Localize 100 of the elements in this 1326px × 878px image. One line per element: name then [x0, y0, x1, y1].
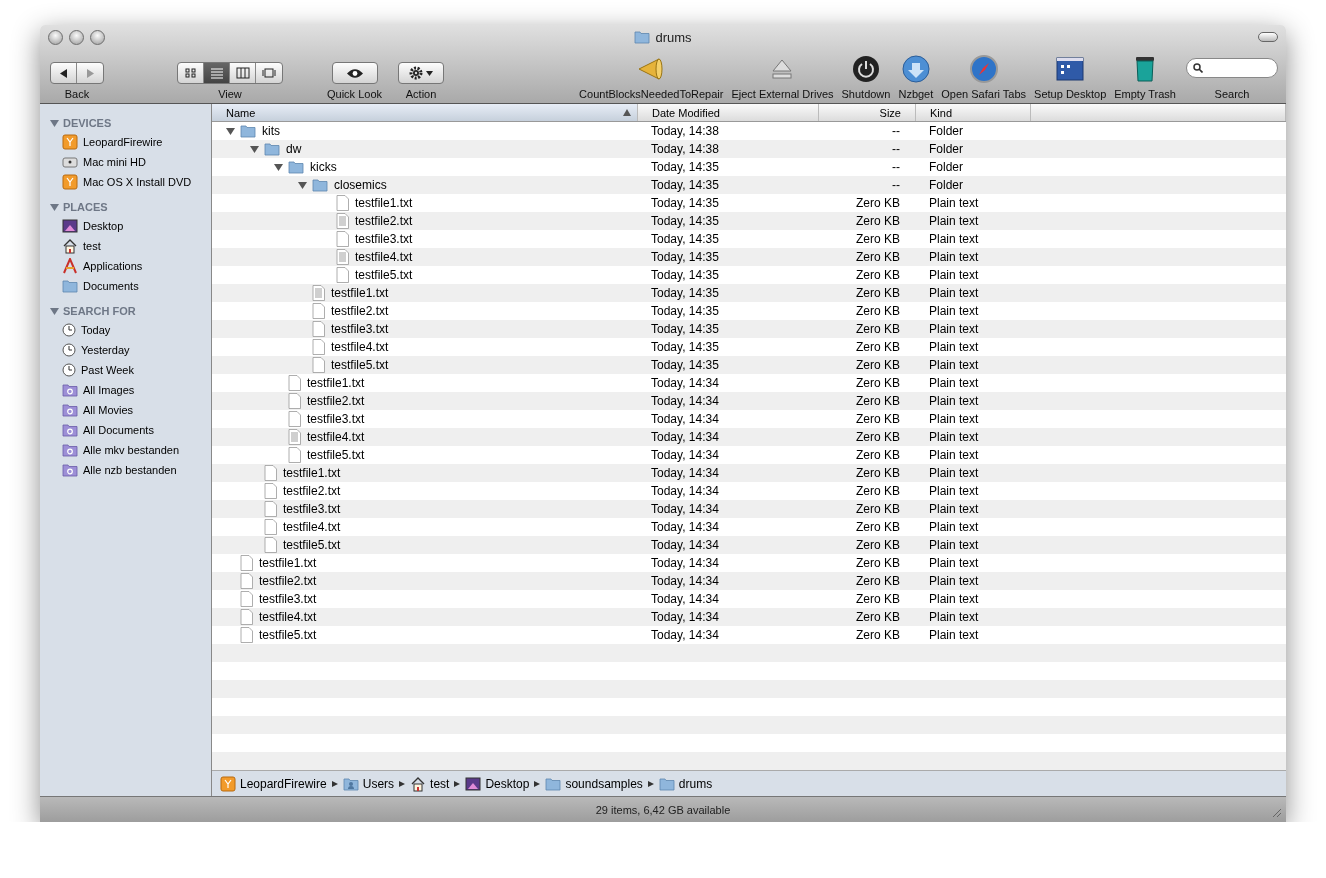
toolbar-item[interactable]: Nzbget	[898, 54, 934, 100]
kind-cell-text: Plain text	[928, 304, 980, 318]
kind-cell-text: Folder	[928, 142, 964, 156]
file-name: testfile1.txt	[283, 466, 341, 480]
path-item[interactable]: Desktop	[465, 776, 530, 791]
file-name: testfile4.txt	[355, 250, 413, 264]
size-cell-text: Zero KB	[855, 340, 901, 354]
size-cell-text: Zero KB	[855, 214, 901, 228]
file-name: testfile2.txt	[355, 214, 413, 228]
size-cell-text: Zero KB	[855, 232, 901, 246]
date-cell-text: Today, 14:34	[650, 610, 720, 624]
kind-cell-text: Plain text	[928, 394, 980, 408]
path-item[interactable]: LeopardFirewire	[220, 775, 327, 792]
sidebar-item[interactable]: test	[40, 236, 211, 256]
sidebar-item[interactable]: Yesterday	[40, 340, 211, 360]
column-header[interactable]: Name	[212, 104, 638, 121]
size-cell-text: Zero KB	[855, 556, 901, 570]
date-cell-text: Today, 14:34	[650, 628, 720, 642]
kind-cell-text: Folder	[928, 124, 964, 138]
sidebar-item[interactable]: All Documents	[40, 420, 211, 440]
toolbar-item[interactable]: CountBlocksNeededToRepair	[579, 54, 724, 100]
kind-cell-text: Plain text	[928, 214, 980, 228]
sidebar-item[interactable]: All Images	[40, 380, 211, 400]
path-item[interactable]: soundsamples	[545, 776, 643, 791]
kind-cell-text: Plain text	[928, 592, 980, 606]
kind-cell-text: Folder	[928, 160, 964, 174]
path-item[interactable]: test	[410, 775, 450, 792]
toolbar-item[interactable]: Setup Desktop	[1034, 54, 1107, 100]
file-name: testfile1.txt	[331, 286, 389, 300]
date-cell-text: Today, 14:35	[650, 322, 720, 336]
date-cell-text: Today, 14:34	[650, 448, 720, 462]
sidebar-item[interactable]: Mac OS X Install DVD	[40, 172, 211, 192]
kind-cell-text: Plain text	[928, 358, 980, 372]
path-item[interactable]: Users	[342, 776, 395, 791]
sidebar-item[interactable]: Documents	[40, 276, 211, 296]
toolbar-item[interactable]: Shutdown	[841, 54, 891, 100]
size-cell-text: Zero KB	[855, 484, 901, 498]
size-cell-text: --	[891, 142, 901, 156]
file-name: testfile2.txt	[331, 304, 389, 318]
file-name: testfile3.txt	[307, 412, 365, 426]
date-cell-text: Today, 14:34	[650, 394, 720, 408]
size-cell-text: Zero KB	[855, 466, 901, 480]
file-name: testfile2.txt	[307, 394, 365, 408]
size-cell-text: Zero KB	[855, 196, 901, 210]
size-cell-text: Zero KB	[855, 286, 901, 300]
size-cell-text: Zero KB	[855, 250, 901, 264]
date-cell-text: Today, 14:34	[650, 412, 720, 426]
size-cell-text: Zero KB	[855, 322, 901, 336]
sidebar-item[interactable]: Past Week	[40, 360, 211, 380]
file-name: testfile5.txt	[331, 358, 389, 372]
sidebar-item[interactable]: LeopardFirewire	[40, 132, 211, 152]
date-cell-text: Today, 14:35	[650, 250, 720, 264]
date-cell-text: Today, 14:35	[650, 358, 720, 372]
sidebar-item[interactable]: Today	[40, 320, 211, 340]
kind-cell-text: Plain text	[928, 232, 980, 246]
status-text: 29 items, 6,42 GB available	[595, 803, 731, 816]
kind-cell-text: Plain text	[928, 430, 980, 444]
date-cell-text: Today, 14:35	[650, 304, 720, 318]
size-cell-text: --	[891, 124, 901, 138]
file-name: dw	[286, 142, 302, 156]
kind-cell-text: Plain text	[928, 484, 980, 498]
column-header[interactable]: Date Modified	[638, 104, 819, 121]
file-name: testfile5.txt	[355, 268, 413, 282]
sidebar-item[interactable]: All Movies	[40, 400, 211, 420]
file-name: testfile2.txt	[283, 484, 341, 498]
file-name: testfile3.txt	[331, 322, 389, 336]
date-cell-text: Today, 14:34	[650, 430, 720, 444]
date-cell-text: Today, 14:35	[650, 178, 720, 192]
date-cell-text: Today, 14:35	[650, 160, 720, 174]
sidebar-item[interactable]: Applications	[40, 256, 211, 276]
column-header[interactable]: Kind	[916, 104, 1031, 121]
size-cell-text: Zero KB	[855, 394, 901, 408]
window-title: drums	[655, 29, 692, 45]
path-item[interactable]: drums	[658, 776, 713, 791]
size-cell-text: Zero KB	[855, 448, 901, 462]
date-cell-text: Today, 14:35	[650, 340, 720, 354]
toolbar-label: Action	[405, 88, 437, 100]
kind-cell-text: Plain text	[928, 610, 980, 624]
column-header[interactable]: Size	[819, 104, 916, 121]
sidebar-item[interactable]: Mac mini HD	[40, 152, 211, 172]
file-name: testfile5.txt	[283, 538, 341, 552]
file-name: testfile5.txt	[259, 628, 317, 642]
size-cell-text: Zero KB	[855, 430, 901, 444]
date-cell-text: Today, 14:34	[650, 592, 720, 606]
toolbar-item[interactable]: Eject External Drives	[731, 54, 834, 100]
file-name: kicks	[310, 160, 337, 174]
sidebar-item[interactable]: Alle nzb bestanden	[40, 460, 211, 480]
toolbar-item[interactable]: Empty Trash	[1114, 54, 1176, 100]
file-name: testfile3.txt	[283, 502, 341, 516]
file-name: testfile1.txt	[307, 376, 365, 390]
date-cell-text: Today, 14:34	[650, 556, 720, 570]
kind-cell-text: Plain text	[928, 466, 980, 480]
toolbar-label: Back	[64, 88, 90, 100]
sidebar-item[interactable]: Desktop	[40, 216, 211, 236]
size-cell-text: Zero KB	[855, 502, 901, 516]
size-cell-text: Zero KB	[855, 304, 901, 318]
toolbar-item[interactable]: Open Safari Tabs	[941, 54, 1027, 100]
sidebar-item[interactable]: Alle mkv bestanden	[40, 440, 211, 460]
date-cell-text: Today, 14:35	[650, 232, 720, 246]
date-cell-text: Today, 14:34	[650, 484, 720, 498]
